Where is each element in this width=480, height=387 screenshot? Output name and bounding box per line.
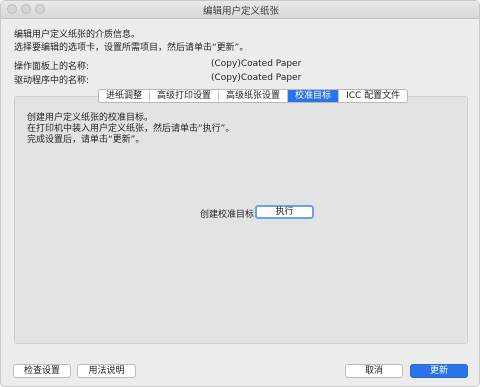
intro-line-2: 选择要编辑的选项卡，设置所需项目，然后请单击“更新”。 xyxy=(14,43,249,53)
tab-icc-profile[interactable]: ICC 配置文件 xyxy=(339,90,407,102)
how-to-use-button[interactable]: 用法说明 xyxy=(77,364,136,378)
create-calibration-target-label: 创建校准目标: xyxy=(200,210,258,220)
panel-instruction-3: 完成设置后，请单击“更新”。 xyxy=(27,135,145,145)
tab-advanced-print-settings[interactable]: 高级打印设置 xyxy=(150,90,220,102)
tab-advanced-paper-settings[interactable]: 高级纸张设置 xyxy=(219,90,289,102)
driver-name-label: 驱动程序中的名称: xyxy=(14,76,90,86)
tab-feed-adjustment[interactable]: 进纸调整 xyxy=(99,90,151,102)
check-settings-button[interactable]: 检查设置 xyxy=(13,364,71,378)
title-bar[interactable]: 编辑用户定义纸张 xyxy=(1,1,479,19)
edit-user-paper-dialog: 编辑用户定义纸张 编辑用户定义纸张的介质信息。 选择要编辑的选项卡，设置所需项目… xyxy=(0,0,480,387)
cancel-button[interactable]: 取消 xyxy=(345,364,403,378)
intro-line-1: 编辑用户定义纸张的介质信息。 xyxy=(14,30,141,40)
tab-calibration-target[interactable]: 校准目标 xyxy=(288,90,340,102)
driver-name-value: (Copy)Coated Paper xyxy=(211,73,302,83)
panel-name-value: (Copy)Coated Paper xyxy=(211,59,302,69)
window-title: 编辑用户定义纸张 xyxy=(202,6,279,17)
panel-name-label: 操作面板上的名称: xyxy=(14,62,90,72)
execute-button[interactable]: 执行 xyxy=(255,205,314,219)
update-button[interactable]: 更新 xyxy=(410,364,468,378)
settings-tab-bar: 进纸调整 高级打印设置 高级纸张设置 校准目标 ICC 配置文件 xyxy=(98,89,409,103)
